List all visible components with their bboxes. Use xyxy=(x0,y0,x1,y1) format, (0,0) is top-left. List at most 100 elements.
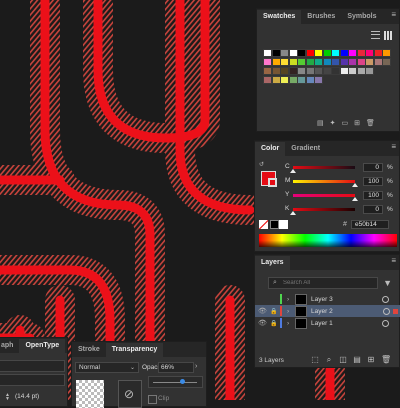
layer-row[interactable]: 👁 🔒 › Layer 1 xyxy=(255,317,400,329)
list-view-icon[interactable] xyxy=(371,31,380,39)
tab-brushes[interactable]: Brushes xyxy=(301,10,341,24)
character-tabbar: aph OpenType xyxy=(0,338,67,353)
channel-label-c: C xyxy=(285,163,290,170)
font-field[interactable] xyxy=(0,360,65,372)
channel-value-k[interactable]: 0 xyxy=(363,205,383,214)
no-mask-icon: ⊘ xyxy=(124,387,135,401)
color-panel: Color Gradient ≡ ↺ C 0% M 100% Y 100% K 0% # e5… xyxy=(254,140,400,252)
visibility-eye-icon[interactable]: 👁 xyxy=(258,319,270,327)
opacity-input[interactable]: 66% xyxy=(158,362,194,373)
channel-slider-c[interactable] xyxy=(293,166,355,169)
channel-thumb-m[interactable] xyxy=(352,183,358,187)
color-tabbar: Color Gradient ≡ xyxy=(255,141,399,156)
channel-slider-k[interactable] xyxy=(293,208,355,211)
layer-color-tag xyxy=(280,318,282,328)
selection-indicator[interactable] xyxy=(393,308,398,314)
blend-mode-value: Normal xyxy=(79,364,100,371)
hex-input[interactable]: e50b14 xyxy=(351,220,389,229)
none-swatch[interactable] xyxy=(259,220,268,229)
tab-gradient[interactable]: Gradient xyxy=(285,142,326,156)
swap-icon[interactable]: ↺ xyxy=(259,161,264,168)
color-swatch[interactable] xyxy=(314,76,323,84)
color-swatch[interactable] xyxy=(365,67,374,75)
channel-label-m: M xyxy=(285,177,291,184)
color-spectrum[interactable] xyxy=(259,234,397,247)
hash-icon: # xyxy=(343,221,347,228)
mask-thumbnail[interactable]: ⊘ xyxy=(118,380,142,408)
tab-layers[interactable]: Layers xyxy=(255,256,290,270)
color-swatch[interactable] xyxy=(382,58,391,66)
expand-chevron-icon[interactable]: › xyxy=(287,320,295,327)
channel-unit: % xyxy=(387,164,393,171)
channel-value-m[interactable]: 100 xyxy=(363,177,383,186)
lock-icon[interactable]: 🔒 xyxy=(270,320,280,327)
layer-name[interactable]: Layer 2 xyxy=(311,308,383,315)
expand-chevron-icon[interactable]: › xyxy=(287,296,295,303)
collect-export-icon[interactable]: ⬚ xyxy=(311,356,319,364)
blend-mode-select[interactable]: Normal ⌄ xyxy=(75,362,139,373)
chevron-down-icon: ⌄ xyxy=(129,365,135,371)
tab-paragraph[interactable]: aph xyxy=(0,339,19,353)
target-circle-icon[interactable] xyxy=(382,295,389,303)
channel-unit: % xyxy=(387,206,393,213)
swatches-panel: Swatches Brushes Symbols ≡ ▤ ✦ ▭ ⊞ 🗑 xyxy=(256,8,400,132)
visibility-eye-icon[interactable]: 👁 xyxy=(258,307,270,315)
channel-value-c[interactable]: 0 xyxy=(363,163,383,172)
clipping-mask-icon[interactable]: ◫ xyxy=(339,356,347,364)
new-sublayer-icon[interactable]: ▤ xyxy=(353,356,361,364)
channel-thumb-y[interactable] xyxy=(352,197,358,201)
font-size-value[interactable]: (14.4 pt) xyxy=(15,393,39,400)
layers-search[interactable]: ⌕ xyxy=(268,277,378,289)
tab-color[interactable]: Color xyxy=(255,142,286,156)
opacity-slider[interactable] xyxy=(148,376,203,388)
swatches-footer: ▤ ✦ ▭ ⊞ 🗑 xyxy=(317,119,375,127)
opacity-dropdown-icon[interactable]: › xyxy=(195,363,197,370)
fill-stroke-widget[interactable]: ↺ xyxy=(259,161,281,187)
tab-symbols[interactable]: Symbols xyxy=(341,10,382,24)
filter-icon[interactable]: ▼ xyxy=(383,278,392,288)
swatches-tabbar: Swatches Brushes Symbols ≡ xyxy=(257,9,399,24)
new-swatch-icon[interactable]: ⊞ xyxy=(354,119,360,127)
layer-row[interactable]: 👁 🔒 › Layer 2 xyxy=(255,305,400,317)
delete-layer-icon[interactable]: 🗑 xyxy=(381,356,391,364)
opacity-slider-thumb[interactable] xyxy=(180,379,186,384)
search-icon: ⌕ xyxy=(273,279,277,286)
swatch-options-icon[interactable]: ✦ xyxy=(330,119,336,127)
channel-slider-m[interactable] xyxy=(293,180,355,183)
grid-view-icon[interactable] xyxy=(384,31,393,40)
tab-opentype[interactable]: OpenType xyxy=(19,339,66,353)
swatch-kind-icon[interactable]: ▤ xyxy=(317,119,324,127)
panel-menu-icon[interactable]: ≡ xyxy=(391,256,396,265)
panel-menu-icon[interactable]: ≡ xyxy=(391,10,396,19)
white-swatch[interactable] xyxy=(279,220,288,229)
target-circle-icon[interactable] xyxy=(382,319,389,327)
layer-count: 3 Layers xyxy=(259,356,284,364)
channel-unit: % xyxy=(387,192,393,199)
tab-transparency[interactable]: Transparency xyxy=(105,343,164,357)
character-panel: aph OpenType ▲ ▼ (14.4 pt) xyxy=(0,337,68,407)
layer-thumbnail xyxy=(295,317,307,329)
channel-thumb-k[interactable] xyxy=(290,211,296,215)
new-color-group-icon[interactable]: ▭ xyxy=(342,119,349,127)
search-input[interactable] xyxy=(283,278,373,288)
channel-thumb-c[interactable] xyxy=(290,169,296,173)
locate-object-icon[interactable]: ⌕ xyxy=(325,356,333,364)
channel-label-y: Y xyxy=(285,191,290,198)
target-circle-icon[interactable] xyxy=(383,307,390,315)
layer-name[interactable]: Layer 3 xyxy=(311,296,382,303)
stroke-swatch[interactable] xyxy=(268,178,277,187)
layer-row[interactable]: › Layer 3 xyxy=(255,293,400,305)
tab-swatches[interactable]: Swatches xyxy=(257,10,302,24)
color-swatch[interactable] xyxy=(382,49,391,57)
style-field[interactable] xyxy=(0,374,65,386)
new-layer-icon[interactable]: ⊞ xyxy=(367,356,375,364)
delete-swatch-icon[interactable]: 🗑 xyxy=(366,119,375,127)
lock-icon[interactable]: 🔒 xyxy=(270,308,280,315)
expand-chevron-icon[interactable]: › xyxy=(287,308,295,315)
channel-slider-y[interactable] xyxy=(293,194,355,197)
panel-menu-icon[interactable]: ≡ xyxy=(391,142,396,151)
channel-value-y[interactable]: 100 xyxy=(363,191,383,200)
black-swatch[interactable] xyxy=(270,220,279,229)
layer-name[interactable]: Layer 1 xyxy=(311,320,382,327)
tab-stroke[interactable]: Stroke xyxy=(72,343,106,357)
